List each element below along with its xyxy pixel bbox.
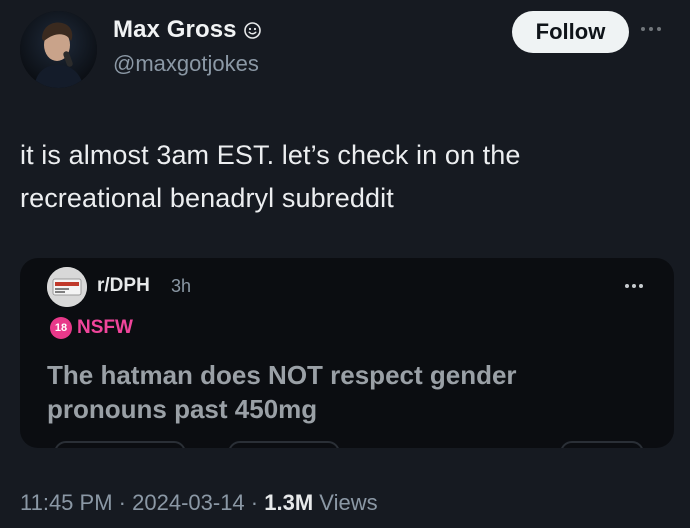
tweet-text-line: it is almost 3am EST. let’s check in on … xyxy=(20,140,521,170)
views-label: Views xyxy=(319,490,378,515)
card-more-options-icon[interactable] xyxy=(625,284,643,288)
action-pill[interactable] xyxy=(228,441,340,448)
follow-button[interactable]: Follow xyxy=(512,11,629,53)
nsfw-label: NSFW xyxy=(77,317,133,338)
action-pill[interactable] xyxy=(560,441,644,448)
quoted-post-card[interactable]: r/DPH 3h 18 NSFW The hatman does NOT res… xyxy=(20,258,674,448)
more-options-icon[interactable] xyxy=(641,27,661,31)
meta-separator: · xyxy=(250,490,259,515)
nsfw-tag: 18 NSFW xyxy=(50,317,133,339)
tweet-meta: 11:45 PM · 2024-03-14 · 1.3M Views xyxy=(20,490,378,516)
post-title-line: pronouns past 450mg xyxy=(47,394,318,424)
avatar[interactable] xyxy=(20,11,97,88)
post-date[interactable]: 2024-03-14 xyxy=(132,490,245,515)
post-time[interactable]: 11:45 PM xyxy=(20,490,113,515)
views-count: 1.3M xyxy=(264,490,314,515)
tweet-text-line: recreational benadryl subreddit xyxy=(20,183,394,213)
post-title[interactable]: The hatman does NOT respect gender prono… xyxy=(47,358,647,426)
author-name-row: Max Gross xyxy=(113,16,261,44)
tweet-text: it is almost 3am EST. let’s check in on … xyxy=(20,134,660,220)
action-pill[interactable] xyxy=(54,441,186,448)
post-title-line: The hatman does NOT respect gender xyxy=(47,360,517,390)
display-name[interactable]: Max Gross xyxy=(113,16,237,44)
meta-separator: · xyxy=(118,490,126,515)
nsfw-18-icon: 18 xyxy=(50,317,72,339)
author-handle[interactable]: @maxgotjokes xyxy=(113,51,259,77)
post-age: 3h xyxy=(171,276,192,296)
smiley-face-icon xyxy=(243,21,261,39)
subreddit-icon xyxy=(47,267,87,307)
subreddit-name[interactable]: r/DPH xyxy=(97,275,150,297)
